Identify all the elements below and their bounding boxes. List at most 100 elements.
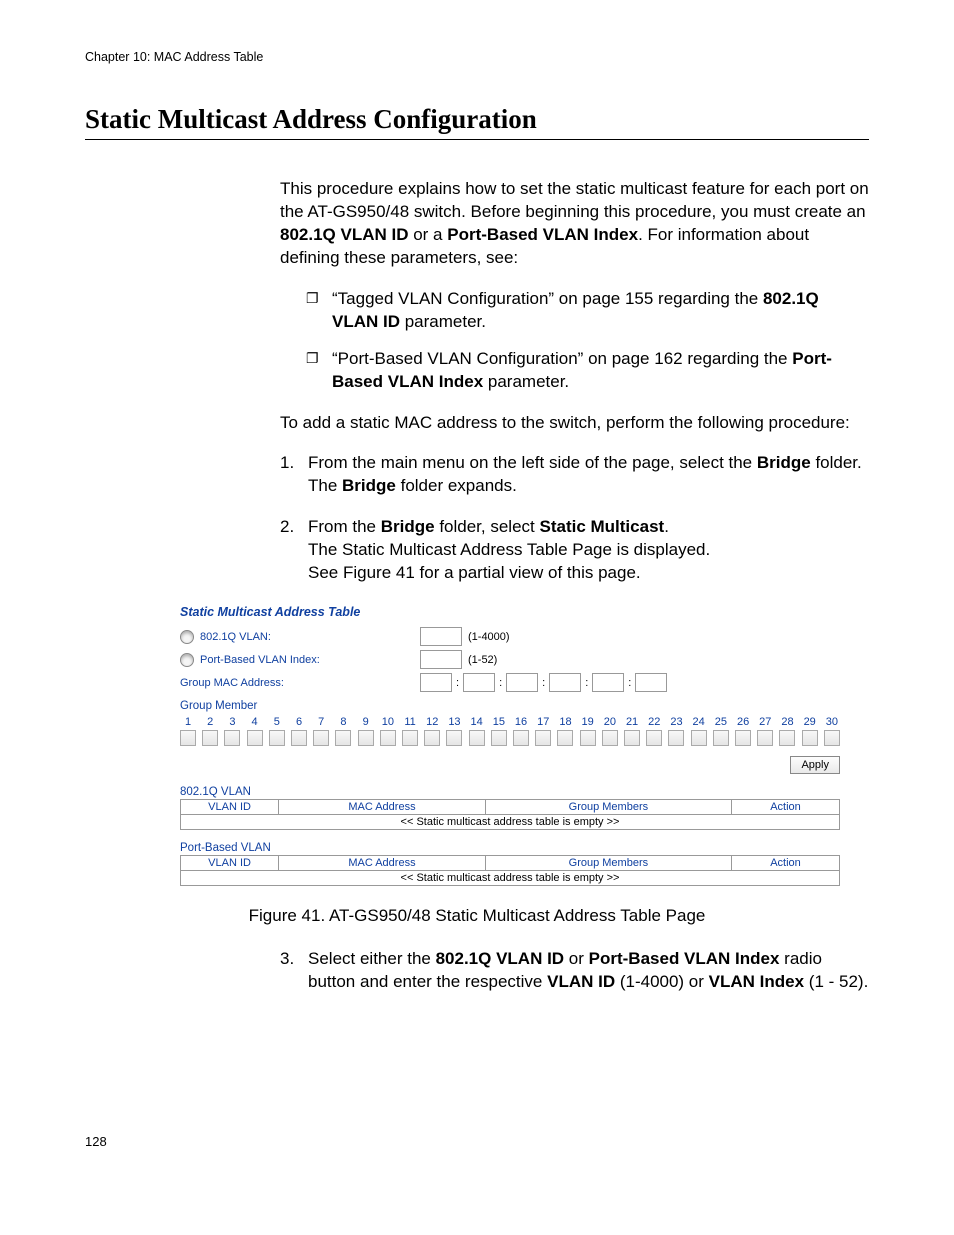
vlan-8021q-input[interactable] [420, 627, 462, 646]
text: folder. [811, 453, 862, 472]
bold-text: 802.1Q VLAN ID [436, 949, 565, 968]
vlan-index-input[interactable] [420, 650, 462, 669]
port-checkbox[interactable] [691, 730, 707, 746]
port-number: 19 [580, 716, 596, 728]
bold-text: Port-Based VLAN Index [447, 225, 638, 244]
port-checkbox[interactable] [247, 730, 263, 746]
port-checkbox[interactable] [802, 730, 818, 746]
bold-text: Bridge [381, 517, 435, 536]
port-checkbox[interactable] [180, 730, 196, 746]
step-3: 3. Select either the 802.1Q VLAN ID or P… [280, 948, 869, 994]
port-checkbox[interactable] [735, 730, 751, 746]
port-checkbox[interactable] [291, 730, 307, 746]
port-checkbox[interactable] [535, 730, 551, 746]
table-section-portbased: Port-Based VLAN [180, 842, 869, 854]
mac-octet-input[interactable] [549, 673, 581, 692]
port-checkbox[interactable] [513, 730, 529, 746]
port-number: 10 [380, 716, 396, 728]
text: Select either the [308, 949, 436, 968]
text: (1-4000) or [615, 972, 709, 991]
port-checkbox[interactable] [491, 730, 507, 746]
th-mac: MAC Address [279, 856, 486, 871]
port-checkbox[interactable] [602, 730, 618, 746]
port-number: 15 [491, 716, 507, 728]
step-number: 3. [280, 948, 308, 994]
port-number: 26 [735, 716, 751, 728]
port-checkbox[interactable] [269, 730, 285, 746]
port-checkbox[interactable] [424, 730, 440, 746]
mac-address-inputs: : : : : : [420, 673, 869, 692]
apply-button[interactable]: Apply [790, 756, 840, 774]
range-text: (1-4000) [468, 631, 510, 643]
text: This procedure explains how to set the s… [280, 179, 869, 221]
port-checkbox[interactable] [624, 730, 640, 746]
th-action: Action [731, 856, 839, 871]
port-checkbox[interactable] [779, 730, 795, 746]
group-member-label: Group Member [180, 700, 869, 712]
port-checkbox[interactable] [335, 730, 351, 746]
table-portbased: VLAN ID MAC Address Group Members Action… [180, 855, 840, 886]
mac-octet-input[interactable] [420, 673, 452, 692]
port-checkbox[interactable] [646, 730, 662, 746]
port-number: 11 [402, 716, 418, 728]
port-checkbox[interactable] [358, 730, 374, 746]
text: See Figure 41 for a partial view of this… [308, 563, 641, 582]
bold-text: VLAN ID [547, 972, 615, 991]
port-number: 22 [646, 716, 662, 728]
port-number: 1 [180, 716, 196, 728]
port-number: 6 [291, 716, 307, 728]
bold-text: Bridge [757, 453, 811, 472]
figure-screenshot: Static Multicast Address Table 802.1Q VL… [180, 605, 869, 886]
port-checkbox[interactable] [557, 730, 573, 746]
port-number: 30 [824, 716, 840, 728]
port-checkbox[interactable] [402, 730, 418, 746]
bullet-icon: ❐ [306, 288, 328, 334]
th-group: Group Members [485, 856, 731, 871]
text: “Tagged VLAN Configuration” on page 155 … [332, 289, 763, 308]
port-checkbox[interactable] [380, 730, 396, 746]
port-checkbox[interactable] [713, 730, 729, 746]
bold-text: 802.1Q VLAN ID [280, 225, 409, 244]
port-checkbox[interactable] [446, 730, 462, 746]
chapter-header: Chapter 10: MAC Address Table [85, 50, 869, 64]
port-checkbox[interactable] [202, 730, 218, 746]
mac-octet-input[interactable] [506, 673, 538, 692]
mac-octet-input[interactable] [592, 673, 624, 692]
text: folder expands. [396, 476, 517, 495]
page-number: 128 [85, 1134, 869, 1149]
th-action: Action [731, 800, 839, 815]
port-checkbox[interactable] [580, 730, 596, 746]
radio-portbased-icon[interactable] [180, 653, 194, 667]
port-number: 21 [624, 716, 640, 728]
bold-text: Bridge [342, 476, 396, 495]
port-checkbox[interactable] [824, 730, 840, 746]
port-number: 12 [424, 716, 440, 728]
port-number: 16 [513, 716, 529, 728]
mac-octet-input[interactable] [635, 673, 667, 692]
text: or a [409, 225, 448, 244]
text: From the main menu on the left side of t… [308, 453, 757, 472]
bullet-item: ❐ “Tagged VLAN Configuration” on page 15… [280, 288, 869, 334]
step-1: 1. From the main menu on the left side o… [280, 452, 869, 498]
th-vlan-id: VLAN ID [181, 800, 279, 815]
empty-row: << Static multicast address table is emp… [181, 815, 840, 830]
text: The [308, 476, 342, 495]
text: parameter. [483, 372, 569, 391]
port-number: 9 [358, 716, 374, 728]
figure-caption: Figure 41. AT-GS950/48 Static Multicast … [85, 906, 869, 926]
bullet-item: ❐ “Port-Based VLAN Configuration” on pag… [280, 348, 869, 394]
table-8021q: VLAN ID MAC Address Group Members Action… [180, 799, 840, 830]
radio-8021q-icon[interactable] [180, 630, 194, 644]
figure-title: Static Multicast Address Table [180, 605, 869, 619]
text: “Port-Based VLAN Configuration” on page … [332, 349, 792, 368]
port-checkbox[interactable] [224, 730, 240, 746]
port-checkbox[interactable] [313, 730, 329, 746]
port-number: 13 [446, 716, 462, 728]
text: . [664, 517, 669, 536]
port-number: 5 [269, 716, 285, 728]
port-checkbox[interactable] [757, 730, 773, 746]
port-checkbox[interactable] [469, 730, 485, 746]
mac-octet-input[interactable] [463, 673, 495, 692]
port-checkbox[interactable] [668, 730, 684, 746]
text: parameter. [400, 312, 486, 331]
